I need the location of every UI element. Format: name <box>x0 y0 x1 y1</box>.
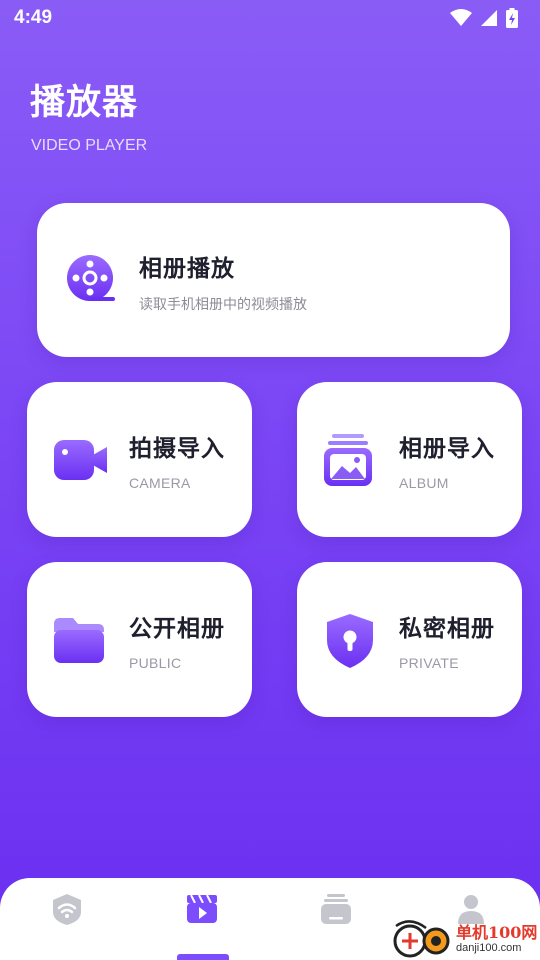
photo-album-icon <box>321 432 379 490</box>
public-album-subtitle: PUBLIC <box>129 655 182 671</box>
page-subtitle: VIDEO PLAYER <box>31 137 148 154</box>
album-import-title: 相册导入 <box>399 436 495 462</box>
folder-icon <box>51 612 109 670</box>
nav-tab-albums[interactable] <box>306 892 366 952</box>
nav-tab-player[interactable] <box>172 892 232 952</box>
wifi-icon <box>53 894 81 925</box>
status-icons <box>450 8 518 28</box>
shield-lock-icon <box>321 612 379 670</box>
watermark: 单机100网 danji100.com <box>392 918 540 960</box>
album-play-title: 相册播放 <box>139 256 235 282</box>
private-album-subtitle: PRIVATE <box>399 655 459 671</box>
watermark-brand: 单机100网 <box>456 922 538 942</box>
active-tab-indicator <box>177 954 229 960</box>
cell-signal-icon <box>481 10 497 26</box>
film-reel-icon <box>63 251 121 309</box>
camera-import-card[interactable]: 拍摄导入 CAMERA <box>27 382 252 537</box>
album-play-card[interactable]: 相册播放 读取手机相册中的视频播放 <box>37 203 510 357</box>
watermark-url: danji100.com <box>456 941 522 954</box>
nav-tab-wifi[interactable] <box>37 892 97 952</box>
video-camera-icon <box>51 432 109 490</box>
clapper-play-icon <box>187 894 217 923</box>
album-import-subtitle: ALBUM <box>399 475 449 491</box>
album-import-card[interactable]: 相册导入 ALBUM <box>297 382 522 537</box>
camera-import-subtitle: CAMERA <box>129 475 191 491</box>
private-album-title: 私密相册 <box>399 616 495 642</box>
status-bar: 4:49 <box>0 0 540 36</box>
album-play-description: 读取手机相册中的视频播放 <box>139 297 307 313</box>
watermark-logo-icon <box>393 920 450 958</box>
public-album-title: 公开相册 <box>129 616 225 642</box>
camera-import-title: 拍摄导入 <box>129 436 225 462</box>
private-album-card[interactable]: 私密相册 PRIVATE <box>297 562 522 717</box>
page-title: 播放器 <box>30 83 139 123</box>
public-album-card[interactable]: 公开相册 PUBLIC <box>27 562 252 717</box>
wifi-signal-icon <box>450 9 472 26</box>
stack-icon <box>321 894 351 924</box>
status-time: 4:49 <box>14 7 53 28</box>
battery-icon <box>506 8 518 28</box>
